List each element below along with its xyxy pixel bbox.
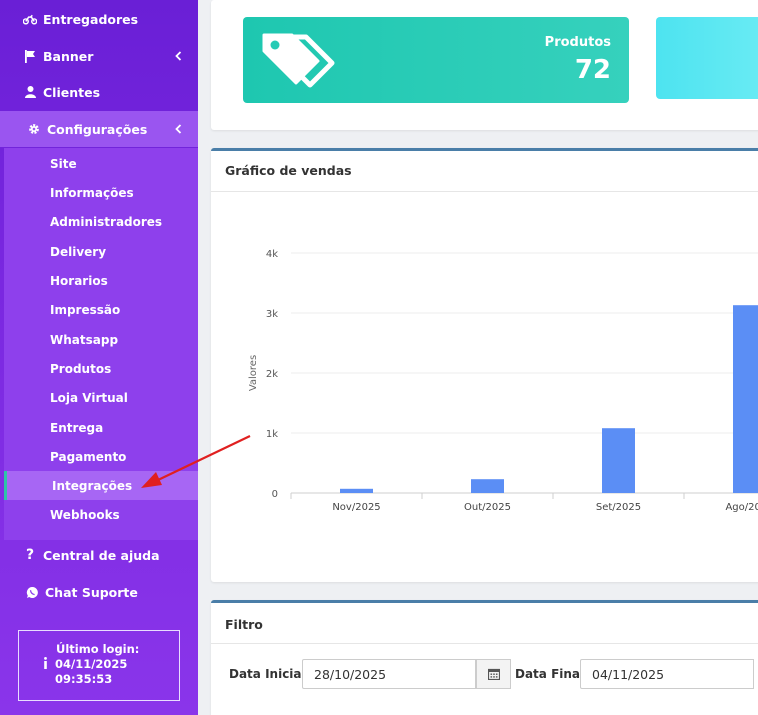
last-login-title: Último login: <box>56 642 140 656</box>
end-date-label: Data Final: <box>515 667 589 681</box>
last-login-box: Último login: 04/11/2025 09:35:53 <box>18 630 180 701</box>
user-icon <box>23 85 37 99</box>
bar <box>602 428 635 493</box>
submenu-item-whatsapp[interactable]: Whatsapp <box>4 325 198 354</box>
x-tick-label: Out/2025 <box>464 502 511 513</box>
chevron-left-icon <box>175 49 182 64</box>
start-date-calendar-button[interactable] <box>476 659 511 689</box>
submenu-label: Horarios <box>50 273 108 288</box>
sidebar-item-chat-suporte[interactable]: Chat Suporte <box>0 574 198 610</box>
submenu-item-site[interactable]: Site <box>4 149 198 178</box>
settings-submenu: Site Informações Administradores Deliver… <box>4 148 198 540</box>
sidebar-item-label: Configurações <box>47 121 148 137</box>
submenu-label: Produtos <box>50 361 112 376</box>
submenu-item-horarios[interactable]: Horarios <box>4 266 198 295</box>
sidebar-item-label: Entregadores <box>43 11 139 27</box>
submenu-item-impressao[interactable]: Impressão <box>4 295 198 324</box>
submenu-item-produtos[interactable]: Produtos <box>4 354 198 383</box>
tags-icon <box>260 27 336 95</box>
x-tick-label: Set/2025 <box>596 502 641 513</box>
sidebar-item-clientes[interactable]: Clientes <box>0 74 198 110</box>
sidebar-item-label: Clientes <box>43 84 101 100</box>
products-stat-value: 72 <box>574 55 611 85</box>
sidebar-item-label: Banner <box>43 48 94 64</box>
submenu-item-pagamento[interactable]: Pagamento <box>4 442 198 471</box>
gear-icon <box>27 122 41 136</box>
y-tick-label: 0 <box>272 489 278 500</box>
sales-chart-panel: Gráfico de vendas 0 1k 2k 3k 4k Valores Nov/20… <box>211 148 758 582</box>
submenu-label: Informações <box>50 185 134 200</box>
submenu-label: Site <box>50 156 77 171</box>
submenu-item-integracoes[interactable]: Integrações <box>4 471 198 500</box>
sales-bar-chart: 0 1k 2k 3k 4k Valores Nov/2025 Out/2025 Set/2025… <box>248 249 758 513</box>
last-login-date: 04/11/2025 <box>55 657 128 671</box>
submenu-label: Entrega <box>50 420 104 435</box>
products-stat-label: Produtos <box>544 35 611 50</box>
start-date-label: Data Inicial: <box>229 667 311 681</box>
secondary-stat-box[interactable] <box>656 17 758 99</box>
y-tick-label: 2k <box>266 369 278 380</box>
info-icon <box>43 657 51 672</box>
chevron-left-icon <box>175 122 182 137</box>
sidebar-item-entregadores[interactable]: Entregadores <box>0 1 198 37</box>
submenu-item-webhooks[interactable]: Webhooks <box>4 500 198 529</box>
bar <box>733 305 758 493</box>
submenu-label: Whatsapp <box>50 332 119 347</box>
submenu-label: Pagamento <box>50 449 127 464</box>
filter-panel-title: Filtro <box>225 617 263 632</box>
bar <box>471 479 504 493</box>
sidebar-item-banner[interactable]: Banner <box>0 38 198 74</box>
start-date-input[interactable] <box>302 659 476 689</box>
y-tick-label: 1k <box>266 429 278 440</box>
submenu-item-informacoes[interactable]: Informações <box>4 178 198 207</box>
filter-panel: Filtro Data Inicial: Data Final: <box>211 600 758 715</box>
submenu-label: Webhooks <box>50 507 120 522</box>
submenu-label: Impressão <box>50 302 121 317</box>
submenu-item-delivery[interactable]: Delivery <box>4 237 198 266</box>
submenu-item-entrega[interactable]: Entrega <box>4 413 198 442</box>
sidebar-item-label: Chat Suporte <box>45 584 138 600</box>
motorcycle-icon <box>23 12 37 26</box>
question-icon: ? <box>25 547 35 563</box>
y-tick-label: 3k <box>266 309 278 320</box>
submenu-label: Loja Virtual <box>50 390 128 405</box>
x-tick-label: Ago/2025 <box>725 502 758 513</box>
panel-divider <box>211 643 758 644</box>
y-tick-label: 4k <box>266 249 278 260</box>
end-date-input[interactable] <box>580 659 754 689</box>
submenu-item-administradores[interactable]: Administradores <box>4 207 198 236</box>
flag-icon <box>23 49 37 63</box>
last-login-time: 09:35:53 <box>55 672 113 686</box>
sidebar-item-configuracoes[interactable]: Configurações <box>0 111 198 147</box>
y-axis-label: Valores <box>248 355 259 391</box>
submenu-item-loja-virtual[interactable]: Loja Virtual <box>4 383 198 412</box>
x-tick-label: Nov/2025 <box>332 502 380 513</box>
sidebar-item-central-de-ajuda[interactable]: ? Central de ajuda <box>0 537 198 573</box>
sidebar: Entregadores Banner Clientes Configuraçõ… <box>0 0 198 715</box>
submenu-label: Delivery <box>50 244 107 259</box>
products-stat-box[interactable]: Produtos 72 <box>243 17 629 103</box>
whatsapp-icon <box>25 585 39 599</box>
submenu-label: Administradores <box>50 214 163 229</box>
sidebar-item-label: Central de ajuda <box>43 547 160 563</box>
bar <box>340 488 373 493</box>
submenu-label: Integrações <box>52 478 133 493</box>
calendar-icon <box>487 665 500 684</box>
